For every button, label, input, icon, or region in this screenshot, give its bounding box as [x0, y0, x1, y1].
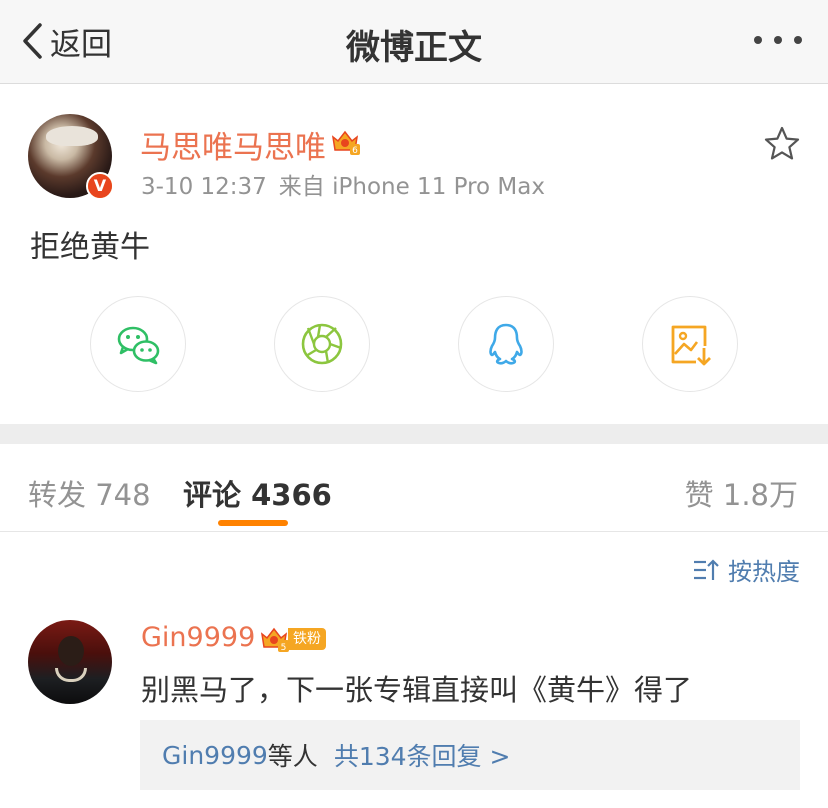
- save-image-button[interactable]: [642, 296, 738, 392]
- sort-label: 按热度: [728, 558, 800, 586]
- section-divider: [0, 424, 828, 444]
- active-tab-indicator: [218, 520, 288, 526]
- author-name[interactable]: 马思唯马思唯: [140, 122, 326, 167]
- sort-button[interactable]: 按热度: [692, 552, 800, 587]
- tab-repost[interactable]: 转发 748: [28, 472, 151, 514]
- fan-tag: 铁粉: [288, 628, 326, 650]
- svg-text:5: 5: [281, 643, 287, 653]
- reply-user[interactable]: Gin9999: [162, 741, 268, 770]
- vip-crown-icon: 6: [331, 130, 360, 156]
- post-text: 拒绝黄牛: [30, 230, 150, 265]
- commenter-name[interactable]: Gin9999: [141, 622, 255, 653]
- reply-others: 等人: [267, 742, 318, 771]
- commenter-avatar[interactable]: [28, 620, 112, 704]
- replies-summary[interactable]: Gin9999 等人 共134条回复 >: [140, 720, 800, 790]
- svg-text:6: 6: [352, 146, 358, 156]
- wechat-icon: [117, 326, 160, 365]
- share-wechat-button[interactable]: [90, 296, 186, 392]
- more-options-icon[interactable]: [754, 30, 802, 50]
- share-row: [0, 296, 828, 392]
- tab-comment[interactable]: 评论 4366: [183, 472, 332, 514]
- commenter-badges: 5 铁粉: [260, 625, 326, 653]
- verified-badge-icon: V: [86, 172, 114, 200]
- moments-icon: [301, 323, 343, 365]
- favorite-star-icon[interactable]: [764, 126, 800, 160]
- share-qq-button[interactable]: [458, 296, 554, 392]
- post-time: 3-10 12:37: [141, 174, 267, 200]
- vip-crown-icon: 5: [260, 627, 289, 653]
- interaction-tabs: 转发 748 评论 4366 赞 1.8万: [0, 444, 828, 532]
- page-title: 微博正文: [346, 28, 482, 68]
- comment-text: 别黑马了，下一张专辑直接叫《黄牛》得了: [141, 673, 693, 707]
- share-moments-button[interactable]: [274, 296, 370, 392]
- qq-icon: [489, 323, 523, 365]
- save-image-icon: [671, 325, 711, 366]
- tab-like[interactable]: 赞 1.8万: [685, 472, 798, 514]
- sort-icon: [694, 558, 719, 580]
- nav-bar: 返回 微博正文: [0, 0, 828, 84]
- post-source: 来自 iPhone 11 Pro Max: [278, 174, 545, 200]
- post-meta: 3-10 12:37 来自 iPhone 11 Pro Max: [141, 167, 557, 201]
- reply-count-link[interactable]: 共134条回复 >: [334, 737, 511, 773]
